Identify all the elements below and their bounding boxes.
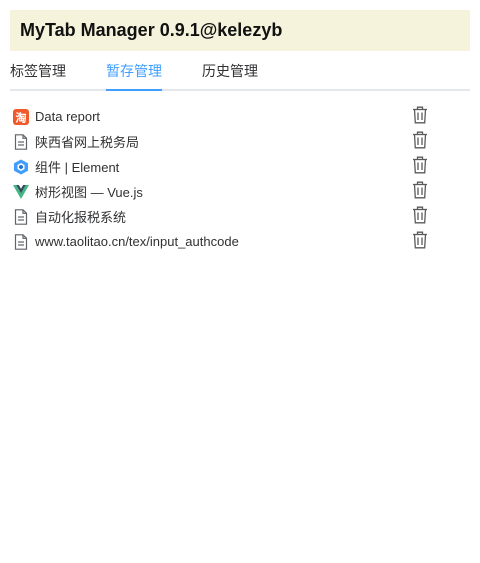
stash-list: 淘 Data report 陕西省网上税务局 组件 | Element 树形视图… — [10, 104, 470, 254]
list-item: 自动化报税系统 — [10, 204, 470, 229]
tab-history-management[interactable]: 历史管理 — [202, 51, 258, 89]
document-icon — [13, 233, 29, 250]
svg-text:淘: 淘 — [16, 110, 27, 124]
document-icon — [13, 208, 29, 225]
delete-icon[interactable] — [412, 231, 428, 249]
item-title[interactable]: Data report — [35, 109, 100, 124]
list-item: 陕西省网上税务局 — [10, 129, 470, 154]
document-icon — [13, 133, 29, 150]
app-title: MyTab Manager 0.9.1@kelezyb — [20, 20, 283, 40]
tab-tab-management[interactable]: 标签管理 — [10, 51, 66, 89]
item-title[interactable]: 陕西省网上税务局 — [35, 132, 139, 151]
tab-bar: 标签管理 暂存管理 历史管理 — [10, 51, 470, 91]
list-item: 组件 | Element — [10, 154, 470, 179]
list-item: www.taolitao.cn/tex/input_authcode — [10, 229, 470, 254]
vue-icon — [13, 184, 29, 200]
delete-icon[interactable] — [412, 181, 428, 199]
delete-icon[interactable] — [412, 106, 428, 124]
tab-stash-management[interactable]: 暂存管理 — [106, 51, 162, 89]
element-icon — [13, 159, 29, 175]
app-header: MyTab Manager 0.9.1@kelezyb — [10, 10, 470, 51]
item-title[interactable]: 组件 | Element — [35, 157, 119, 176]
delete-icon[interactable] — [412, 206, 428, 224]
delete-icon[interactable] — [412, 156, 428, 174]
taobao-icon: 淘 — [13, 108, 29, 125]
list-item: 树形视图 — Vue.js — [10, 179, 470, 204]
delete-icon[interactable] — [412, 131, 428, 149]
active-tab-indicator — [106, 89, 162, 91]
item-title[interactable]: 树形视图 — Vue.js — [35, 182, 143, 201]
item-title[interactable]: www.taolitao.cn/tex/input_authcode — [35, 234, 239, 249]
item-title[interactable]: 自动化报税系统 — [35, 207, 126, 226]
list-item: 淘 Data report — [10, 104, 470, 129]
